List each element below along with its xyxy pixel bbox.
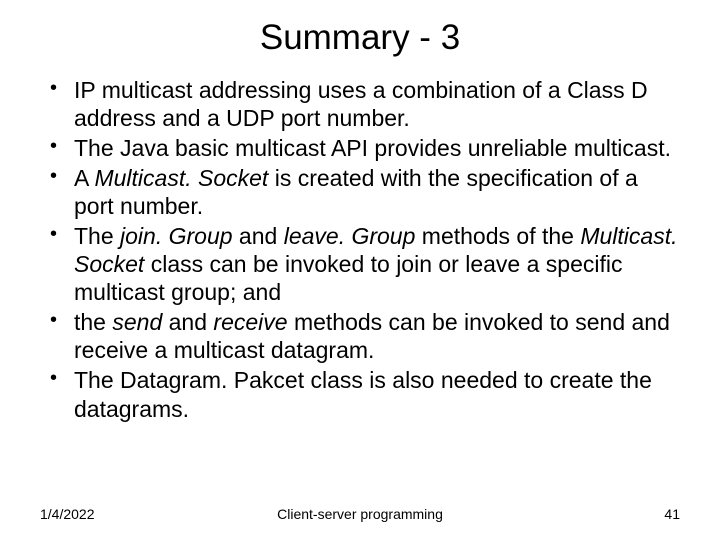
list-item: A Multicast. Socket is created with the … (40, 164, 680, 220)
bullet-text: class can be invoked to join or leave a … (74, 251, 622, 305)
bullet-text: and (162, 309, 213, 335)
bullet-text: and (233, 223, 284, 249)
slide-body: IP multicast addressing uses a combinati… (0, 76, 720, 423)
slide-footer: 1/4/2022 Client-server programming 41 (0, 506, 720, 522)
list-item: IP multicast addressing uses a combinati… (40, 76, 680, 132)
slide-title: Summary - 3 (0, 0, 720, 76)
bullet-text: The Java basic multicast API provides un… (74, 135, 671, 161)
bullet-text: The (74, 223, 120, 249)
italic-term: Multicast. Socket (94, 165, 268, 191)
bullet-text: the (74, 309, 112, 335)
bullet-text: A (74, 165, 94, 191)
italic-term: leave. Group (284, 223, 416, 249)
bullet-text: The Datagram. Pakcet class is also neede… (74, 367, 652, 421)
list-item: The join. Group and leave. Group methods… (40, 222, 680, 306)
bullet-text: methods of the (415, 223, 580, 249)
italic-term: send (112, 309, 162, 335)
bullet-text: IP multicast addressing uses a combinati… (74, 77, 648, 131)
bullet-list: IP multicast addressing uses a combinati… (40, 76, 680, 423)
list-item: The Datagram. Pakcet class is also neede… (40, 366, 680, 422)
footer-title: Client-server programming (0, 506, 720, 522)
italic-term: join. Group (120, 223, 233, 249)
italic-term: receive (213, 309, 287, 335)
list-item: the send and receive methods can be invo… (40, 308, 680, 364)
slide: Summary - 3 IP multicast addressing uses… (0, 0, 720, 540)
list-item: The Java basic multicast API provides un… (40, 134, 680, 162)
